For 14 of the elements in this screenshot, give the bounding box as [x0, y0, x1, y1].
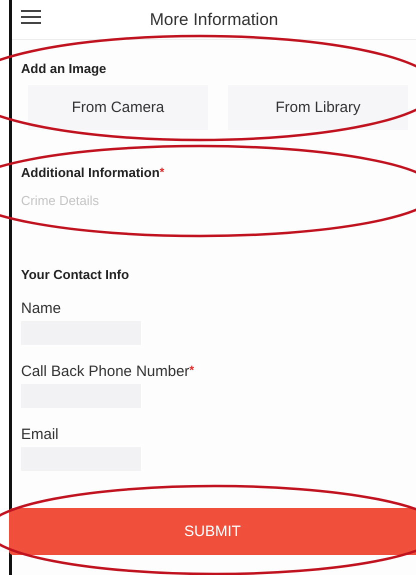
image-source-button[interactable]: From Library — [228, 85, 408, 130]
submit-button[interactable]: SUBMIT — [9, 508, 416, 555]
menu-icon[interactable] — [21, 9, 41, 25]
field-label: Email — [21, 426, 59, 443]
field-label: Name — [21, 300, 62, 317]
required-asterisk: * — [189, 363, 194, 379]
field-label: Additional Information — [21, 165, 160, 180]
image-source-button[interactable]: From Camera — [28, 85, 208, 130]
section-title: Add an Image — [21, 61, 108, 76]
required-asterisk: * — [160, 165, 164, 180]
field-label: Call Back Phone Number — [21, 363, 190, 380]
section-title: Your Contact Info — [21, 267, 130, 282]
screen-title: More Information — [150, 10, 278, 30]
details-input[interactable]: Crime Details — [21, 191, 401, 209]
